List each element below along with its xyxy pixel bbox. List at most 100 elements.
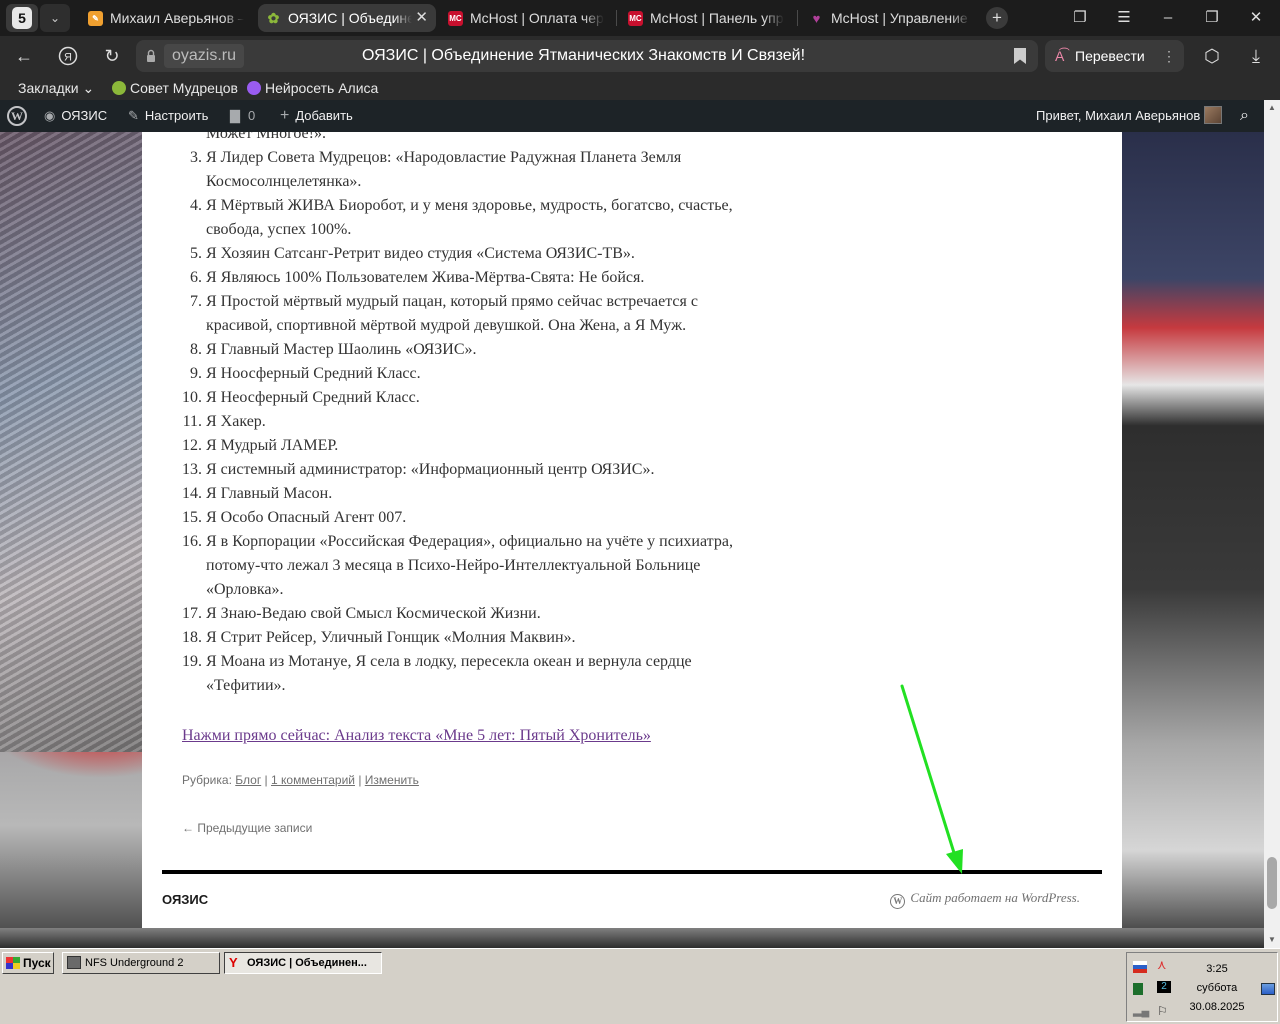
domain-chip[interactable]: oyazis.ru xyxy=(164,44,245,68)
show-desktop-icon[interactable] xyxy=(1261,983,1275,995)
reload-icon[interactable]: ↻ xyxy=(100,44,124,68)
clock-time[interactable]: 3:25 xyxy=(1187,963,1247,975)
list-item-number: 6. xyxy=(190,269,202,286)
tab-title: Михаил Аверьянов — xyxy=(110,10,244,26)
wp-site-menu[interactable]: ◉ ОЯЗИС xyxy=(44,100,107,132)
more-options-icon[interactable]: ⋮ xyxy=(1162,40,1176,72)
list-item: 15. Я Особо Опасный Агент 007. xyxy=(182,506,856,530)
list-item-text: Я Особо Опасный Агент 007. xyxy=(206,509,407,526)
list-item-number: 15. xyxy=(182,509,202,526)
bookmark-label: Нейросеть Алиса xyxy=(265,80,379,96)
category-link[interactable]: Блог xyxy=(235,773,261,787)
tab-mchost-hosting[interactable]: ♥ McHost | Управление хостингом xyxy=(801,4,979,32)
wp-account[interactable]: Привет, Михаил Аверьянов xyxy=(1036,100,1223,132)
wp-greeting: Привет, Михаил Аверьянов xyxy=(1036,108,1201,123)
wp-customize[interactable]: ✎ Настроить xyxy=(128,100,208,132)
restore-icon[interactable]: ❐ xyxy=(1200,6,1224,30)
mchost-icon: MC xyxy=(628,11,643,26)
list-item: 11. Я Хакер. xyxy=(183,410,856,434)
back-arrow-icon[interactable]: ← xyxy=(12,44,36,68)
omnibox[interactable]: oyazis.ru ОЯЗИС | Объединение Ятманическ… xyxy=(136,40,1038,72)
tabs-menu-chevron-icon[interactable]: ⌄ xyxy=(40,4,70,32)
tab-mchost-payment[interactable]: MC McHost | Оплата через xyxy=(440,4,612,32)
new-tab-button[interactable]: + xyxy=(986,7,1008,29)
taskbar-item-browser[interactable]: Y ОЯЗИС | Объединен... xyxy=(224,952,382,974)
start-button[interactable]: Пуск xyxy=(2,952,54,974)
menu-icon[interactable]: ☰ xyxy=(1112,6,1136,30)
bookmark-icon[interactable] xyxy=(1014,48,1026,64)
page-viewport: Может Многое!». 3. Я Лидер Совета Мудрецов… xyxy=(0,132,1264,948)
scroll-up-arrow-icon[interactable]: ▲ xyxy=(1264,100,1280,116)
extensions-puzzle-icon[interactable]: ⬡ xyxy=(1200,44,1224,68)
list-item-text: Я Хакер. xyxy=(206,413,266,430)
search-icon[interactable]: ⌕ xyxy=(1240,100,1249,132)
cpu-monitor-icon[interactable] xyxy=(1133,983,1143,995)
page-scrollbar[interactable]: ▲ ▼ xyxy=(1264,100,1280,948)
profile-badge[interactable]: 5 xyxy=(6,4,38,32)
list-item-number: 9. xyxy=(190,365,202,382)
list-item-text: «Орловка». xyxy=(206,581,284,598)
close-window-icon[interactable]: ✕ xyxy=(1244,6,1268,30)
wp-add-new-label: Добавить xyxy=(295,108,353,123)
scroll-down-arrow-icon[interactable]: ▼ xyxy=(1264,932,1280,948)
list-item-number: 7. xyxy=(190,293,202,310)
nfs-icon xyxy=(67,956,81,969)
network-monitor-icon[interactable]: 2 xyxy=(1157,981,1171,993)
list-item-text: Я Знаю-Ведаю свой Смысл Космической Жизн… xyxy=(206,605,541,622)
list-item: 13. Я системный администратор: «Информаци… xyxy=(182,458,856,482)
yandex-icon[interactable]: Я xyxy=(56,44,80,68)
edit-link[interactable]: Изменить xyxy=(365,773,419,787)
continue-reading-link[interactable]: Нажми прямо сейчас: Анализ текста «Мне 5… xyxy=(182,724,651,748)
minimize-icon[interactable]: – xyxy=(1156,6,1180,30)
powered-by[interactable]: W Сайт работает на WordPress. xyxy=(890,890,1080,909)
entry-meta: Рубрика: Блог | 1 комментарий | Изменить xyxy=(182,773,419,787)
signal-icon[interactable]: ▂▄ xyxy=(1133,1005,1149,1017)
list-item-continuation: потому-что лежал 3 месяца в Психо-Нейро-… xyxy=(206,554,856,578)
list-item-continuation: Может Многое!». xyxy=(206,132,856,146)
taskbar-item-nfs[interactable]: NFS Underground 2 xyxy=(62,952,220,974)
address-bar-row: ← Я ↻ oyazis.ru ОЯЗИС | Объединение Ятма… xyxy=(0,36,1280,76)
list-item-text: Я Главный Масон. xyxy=(206,485,333,502)
wp-add-new[interactable]: + Добавить xyxy=(280,100,353,132)
language-flag-icon[interactable] xyxy=(1133,961,1147,973)
translate-button[interactable]: A͡ Перевести ⋮ xyxy=(1045,40,1184,72)
lock-icon xyxy=(147,49,155,62)
category-label: Рубрика: xyxy=(182,773,232,787)
background-stadium-left xyxy=(0,132,142,752)
list-item: 19. Я Моана из Мотануе, Я села в лодку, п… xyxy=(182,650,856,674)
footer-site-name[interactable]: ОЯЗИС xyxy=(162,892,208,907)
alisa-icon xyxy=(247,81,261,95)
list-item-text: Я Лидер Совета Мудрецов: «Народовластие … xyxy=(206,149,682,166)
windows-flag-icon xyxy=(6,957,20,969)
tab-mchost-panel[interactable]: MC McHost | Панель управления xyxy=(620,4,792,32)
start-label: Пуск xyxy=(23,956,51,970)
svg-text:Я: Я xyxy=(64,52,72,64)
wp-comments-count: 0 xyxy=(248,108,256,123)
list-item-text: свобода, успех 100%. xyxy=(206,221,352,238)
previous-posts-link[interactable]: ← Предыдущие записи xyxy=(182,821,312,835)
list-item-text: Я Неосферный Средний Класс. xyxy=(206,389,420,406)
tab-mikhail[interactable]: ✎ Михаил Аверьянов — xyxy=(80,4,252,32)
wp-comments[interactable]: ▇ 0 xyxy=(230,100,255,132)
wp-customize-label: Настроить xyxy=(144,108,209,123)
translate-label: Перевести xyxy=(1075,48,1145,64)
scrollbar-thumb[interactable] xyxy=(1267,857,1277,910)
wp-site-name: ОЯЗИС xyxy=(61,108,108,123)
bookmark-sovet-mudretsov[interactable]: Совет Мудрецов xyxy=(112,76,238,100)
pen-icon: ✎ xyxy=(88,11,103,26)
list-item-text: Я Мудрый ЛАМЕР. xyxy=(206,437,339,454)
plus-icon: + xyxy=(280,107,290,124)
download-icon[interactable]: ⤓ xyxy=(1244,44,1268,68)
bookmarks-menu[interactable]: Закладки ⌄ xyxy=(18,76,94,100)
bookmark-alisa[interactable]: Нейросеть Алиса xyxy=(247,76,378,100)
list-item: 9. Я Ноосферный Средний Класс. xyxy=(190,362,856,386)
tab-collection-icon[interactable]: ❐ xyxy=(1068,6,1092,30)
tab-oyazis[interactable]: ✿ ОЯЗИС | Объединение Ятманических Знако… xyxy=(258,4,436,32)
list-item-continuation: красивой, спортивной мёртвой мудрой деву… xyxy=(206,314,856,338)
close-tab-icon[interactable]: ✕ xyxy=(415,4,428,32)
volume-mixer-icon[interactable]: ⋏ xyxy=(1157,958,1171,971)
comments-link[interactable]: 1 комментарий xyxy=(271,773,355,787)
wordpress-logo-icon[interactable]: W xyxy=(7,106,27,126)
yandex-browser-icon: Y xyxy=(229,955,238,970)
flag-notification-icon[interactable]: ⚐ xyxy=(1157,1005,1171,1017)
